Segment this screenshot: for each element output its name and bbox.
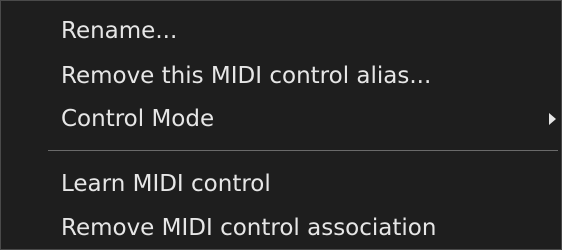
menu-item-remove-midi-control-association[interactable]: Remove MIDI control association [61,208,436,248]
menu-item-label: Learn MIDI control [61,171,271,197]
menu-item-control-mode[interactable]: Control Mode [61,99,556,139]
menu-item-learn-midi-control[interactable]: Learn MIDI control [61,164,271,204]
menu-item-label: Remove this MIDI control alias... [61,63,432,89]
menu-item-label: Remove MIDI control association [61,215,437,241]
context-menu: Rename... Remove this MIDI control alias… [0,0,562,250]
menu-item-rename[interactable]: Rename... [61,11,177,51]
menu-separator [48,150,558,151]
chevron-right-icon [549,113,556,125]
menu-item-remove-midi-control-alias[interactable]: Remove this MIDI control alias... [61,56,431,96]
menu-item-label: Rename... [61,18,178,44]
menu-item-label: Control Mode [61,106,215,132]
